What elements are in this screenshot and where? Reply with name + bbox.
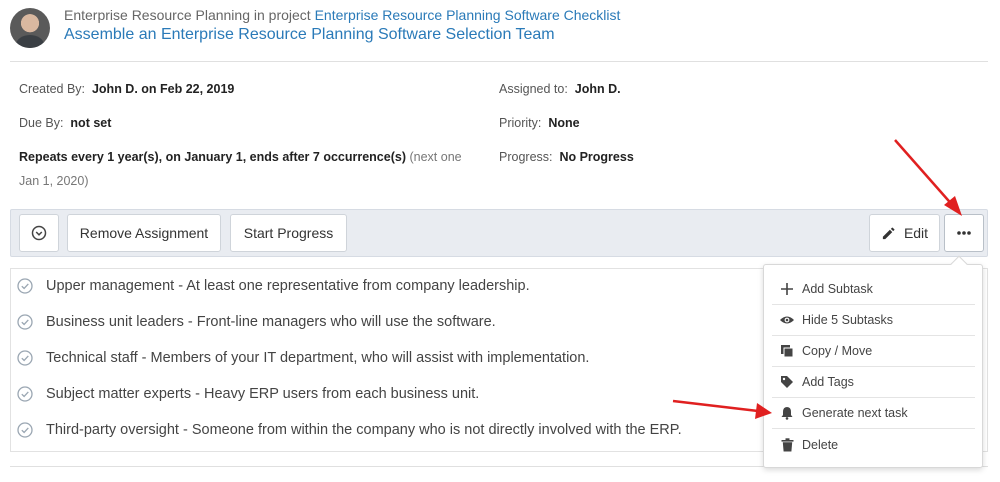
trash-icon [778,436,796,454]
menu-item-add-tags[interactable]: Add Tags [772,367,975,398]
edit-button[interactable]: Edit [869,214,940,252]
assigned-to-label: Assigned to: [499,82,568,96]
menu-item-hide-subtasks[interactable]: Hide 5 Subtasks [772,305,975,336]
menu-item-add-subtask[interactable]: Add Subtask [772,274,975,305]
breadcrumb-prefix: Enterprise Resource Planning in project [64,7,311,23]
repeats-value: Repeats every 1 year(s), on January 1, e… [19,150,406,164]
created-by: Created By: John D. on Feb 22, 2019 [19,82,234,96]
repeats-next: (next one [409,150,462,164]
remove-assignment-button[interactable]: Remove Assignment [67,214,221,252]
check-circle-icon[interactable] [17,350,33,366]
action-toolbar: Remove Assignment Start Progress Edit [10,209,988,257]
menu-item-copy-move[interactable]: Copy / Move [772,336,975,367]
plus-icon [778,280,796,298]
task-title[interactable]: Assemble an Enterprise Resource Planning… [64,26,555,44]
subtask-item[interactable]: Technical staff - Members of your IT dep… [17,348,589,368]
due-by: Due By: not set [19,116,111,130]
subtask-title: Subject matter experts [46,386,192,402]
subtask-desc: - At least one representative from compa… [178,278,530,294]
more-actions-button[interactable] [944,214,984,252]
menu-item-label: Delete [802,437,839,452]
priority: Priority: None [499,116,580,130]
breadcrumb: Enterprise Resource Planning in project … [64,7,620,23]
menu-item-label: Copy / Move [802,344,873,358]
progress: Progress: No Progress [499,150,634,164]
repeats-next-line: Jan 1, 2020) [19,174,89,188]
subtask-item[interactable]: Business unit leaders - Front-line manag… [17,312,496,332]
divider [10,61,988,62]
subtask-desc: - Members of your IT department, who wil… [141,350,590,366]
check-circle-icon[interactable] [17,422,33,438]
tag-icon [778,373,796,391]
subtask-item[interactable]: Third-party oversight - Someone from wit… [17,420,682,440]
subtask-title: Business unit leaders [46,314,184,330]
menu-item-label: Generate next task [802,406,908,420]
subtask-title: Technical staff [46,350,138,366]
created-by-value: John D. on Feb 22, 2019 [91,82,235,96]
subtask-desc: - Someone from within the company who is… [183,422,682,438]
subtask-title: Upper management [46,278,175,294]
check-circle-icon[interactable] [17,278,33,294]
subtask-desc: - Front-line managers who will use the s… [187,314,496,330]
ellipsis-icon [957,231,971,235]
chevron-down-circle-icon [31,225,47,241]
copy-icon [778,342,796,360]
menu-item-generate-next-task[interactable]: Generate next task [772,398,975,429]
subtask-title: Third-party oversight [46,422,179,438]
bell-icon [778,404,796,422]
task-header: Enterprise Resource Planning in project … [10,6,990,62]
created-by-label: Created By: [19,82,86,96]
subtask-item[interactable]: Subject matter experts - Heavy ERP users… [17,384,479,404]
menu-item-label: Hide 5 Subtasks [802,313,894,327]
annotation-arrow-icon [894,139,962,216]
menu-item-label: Add Subtask [802,282,873,296]
assigned-to-value: John D. [574,82,621,96]
pencil-icon [882,227,895,239]
check-circle-icon[interactable] [17,314,33,330]
complete-toggle-button[interactable] [19,214,59,252]
menu-item-label: Add Tags [802,375,854,389]
more-actions-menu: Add Subtask Hide 5 Subtasks Copy / Move … [763,264,983,468]
due-by-label: Due By: [19,116,64,130]
assigned-to: Assigned to: John D. [499,82,621,96]
check-circle-icon[interactable] [17,386,33,402]
eye-icon [778,311,796,329]
progress-value: No Progress [559,150,634,164]
priority-value: None [548,116,580,130]
edit-label: Edit [903,225,929,241]
menu-item-delete[interactable]: Delete [772,429,975,460]
avatar[interactable] [10,8,50,48]
project-link[interactable]: Enterprise Resource Planning Software Ch… [315,7,621,23]
priority-label: Priority: [499,116,542,130]
start-progress-button[interactable]: Start Progress [230,214,347,252]
due-by-value: not set [70,116,112,130]
repeats-next-date: Jan 1, 2020) [19,174,89,188]
progress-label: Progress: [499,150,553,164]
repeats: Repeats every 1 year(s), on January 1, e… [19,150,462,164]
subtask-item[interactable]: Upper management - At least one represen… [17,276,530,296]
subtask-desc: - Heavy ERP users from each business uni… [195,386,480,402]
